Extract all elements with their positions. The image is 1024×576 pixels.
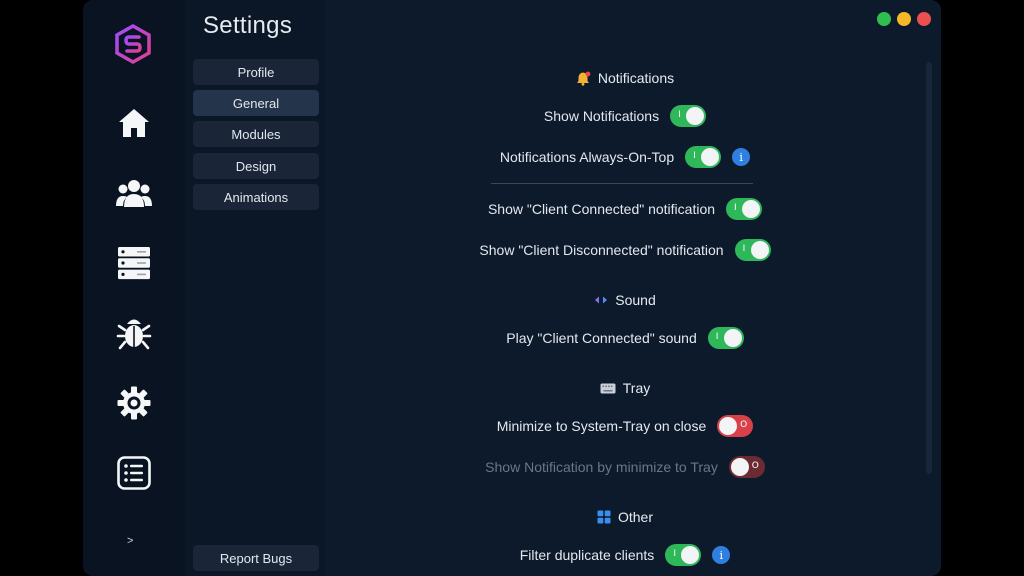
nav-users[interactable] [115, 174, 153, 212]
nav-settings[interactable] [115, 384, 153, 422]
section-title-tray: Tray [622, 380, 651, 396]
setting-play-connected-sound: Play "Client Connected" sound I [325, 327, 925, 349]
home-icon [119, 109, 149, 137]
divider [491, 183, 753, 184]
sound-icon [595, 296, 608, 304]
bell-icon [576, 71, 591, 86]
setting-label: Minimize to System-Tray on close [496, 418, 707, 434]
page-title: Settings [203, 12, 293, 39]
always-on-top-toggle[interactable]: I [685, 146, 722, 168]
section-tray: Tray [325, 380, 925, 396]
setting-label: Show Notifications [543, 108, 660, 124]
section-title-notifications: Notifications [597, 70, 675, 86]
setting-notify-on-minimize: Show Notification by minimize to Tray O [325, 456, 925, 478]
section-notifications: Notifications [325, 70, 925, 86]
nav-logs[interactable] [115, 454, 153, 492]
keyboard-icon [600, 383, 616, 393]
bug-icon [116, 319, 152, 350]
menu-item-design[interactable]: Design [193, 153, 319, 179]
gear-icon [117, 386, 151, 420]
setting-label: Notifications Always-On-Top [499, 149, 675, 165]
setting-label: Show Notification by minimize to Tray [485, 459, 718, 475]
menu-item-profile[interactable]: Profile [193, 59, 319, 85]
play-connected-sound-toggle[interactable]: I [707, 327, 744, 349]
app-logo-icon [113, 23, 153, 65]
users-icon [116, 180, 152, 207]
menu-item-modules[interactable]: Modules [193, 121, 319, 147]
server-icon [118, 247, 150, 280]
section-sound: Sound [325, 292, 925, 308]
setting-minimize-to-tray: Minimize to System-Tray on close O [325, 415, 925, 437]
client-disconnected-toggle[interactable]: I [734, 239, 771, 261]
show-notifications-toggle[interactable]: I [670, 105, 707, 127]
setting-label: Show "Client Connected" notification [487, 201, 716, 217]
filter-duplicates-toggle[interactable]: I [665, 544, 702, 566]
setting-filter-duplicates: Filter duplicate clients I i [325, 544, 925, 566]
nav-bug[interactable] [115, 314, 153, 352]
section-title-other: Other [617, 509, 653, 525]
section-other: Other [325, 509, 925, 525]
settings-content: Notifications Show Notifications I Notif… [325, 0, 925, 576]
icon-rail: > [83, 0, 185, 576]
setting-label: Play "Client Connected" sound [506, 330, 697, 346]
info-icon[interactable]: i [732, 148, 751, 166]
menu-item-animations[interactable]: Animations [193, 184, 319, 210]
nav-server[interactable] [115, 244, 153, 282]
nav-home[interactable] [115, 104, 153, 142]
info-icon[interactable]: i [712, 546, 731, 564]
setting-label: Show "Client Disconnected" notification [479, 242, 724, 258]
setting-client-disconnected: Show "Client Disconnected" notification … [325, 239, 925, 261]
section-title-sound: Sound [615, 292, 656, 308]
setting-always-on-top: Notifications Always-On-Top I i [325, 146, 925, 168]
scrollbar[interactable] [926, 62, 932, 474]
setting-label: Filter duplicate clients [519, 547, 655, 563]
setting-show-notifications: Show Notifications I [325, 105, 925, 127]
expand-rail-button[interactable]: > [127, 535, 133, 547]
list-icon [117, 456, 151, 490]
setting-client-connected: Show "Client Connected" notification I [325, 198, 925, 220]
settings-menu: Settings Profile General Modules Design … [185, 0, 325, 576]
menu-item-general[interactable]: General [193, 90, 319, 116]
notify-on-minimize-toggle[interactable]: O [728, 456, 765, 478]
minimize-to-tray-toggle[interactable]: O [717, 415, 754, 437]
client-connected-toggle[interactable]: I [726, 198, 763, 220]
report-bugs-button[interactable]: Report Bugs [193, 545, 319, 571]
app-window: > Settings Profile General Modules Desig… [83, 0, 941, 576]
windows-icon [597, 510, 611, 524]
